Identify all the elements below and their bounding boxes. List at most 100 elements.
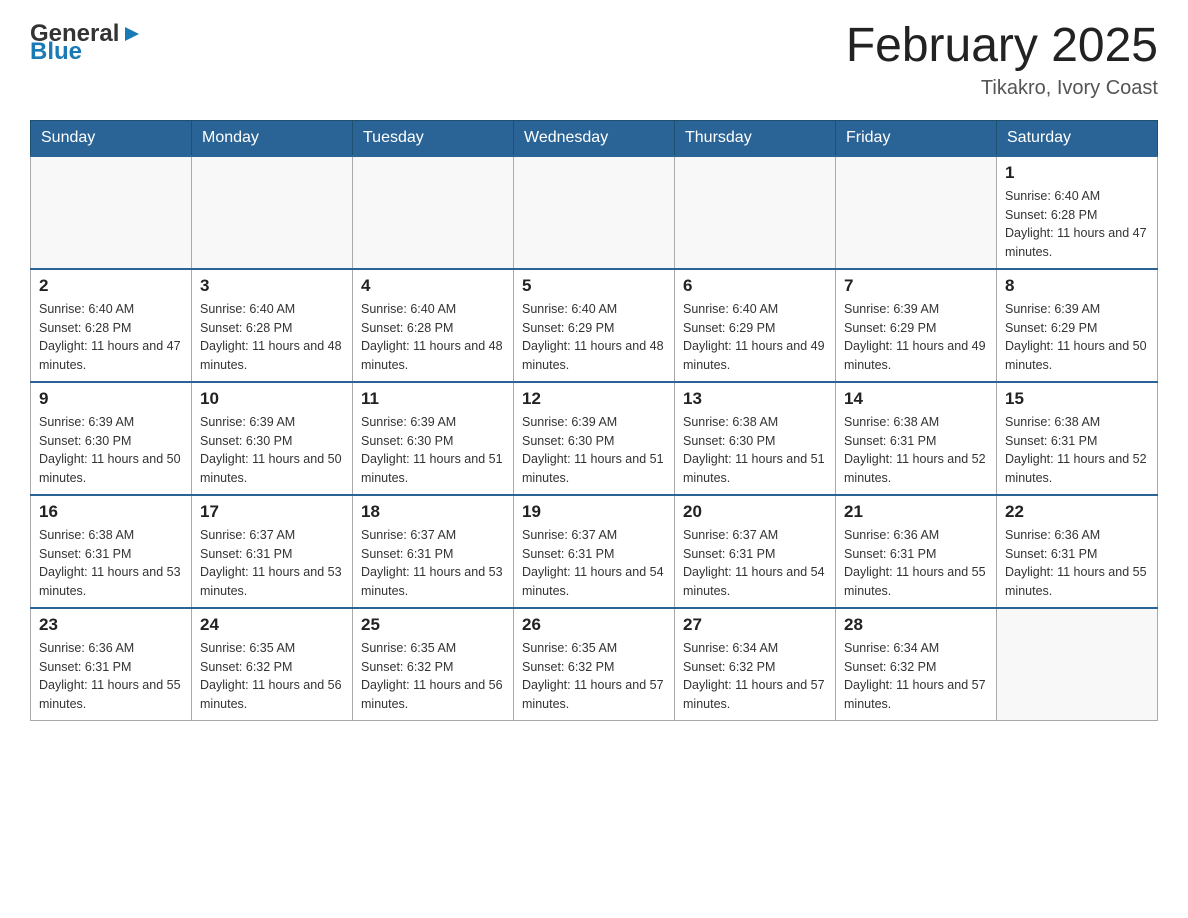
weekday-header-sunday: Sunday (31, 120, 192, 156)
day-info: Sunrise: 6:36 AM Sunset: 6:31 PM Dayligh… (1005, 526, 1149, 601)
calendar-cell: 24 Sunrise: 6:35 AM Sunset: 6:32 PM Dayli… (192, 608, 353, 721)
day-info: Sunrise: 6:36 AM Sunset: 6:31 PM Dayligh… (844, 526, 988, 601)
calendar-week-3: 9 Sunrise: 6:39 AM Sunset: 6:30 PM Daylig… (31, 382, 1158, 495)
location: Tikakro, Ivory Coast (846, 77, 1158, 100)
calendar-cell: 19 Sunrise: 6:37 AM Sunset: 6:31 PM Dayli… (514, 495, 675, 608)
day-number: 14 (844, 389, 988, 409)
calendar-cell (353, 156, 514, 269)
day-number: 26 (522, 615, 666, 635)
weekday-header-tuesday: Tuesday (353, 120, 514, 156)
logo-arrow-icon (121, 23, 143, 45)
calendar-cell: 10Sunrise: 6:39 AM Sunset: 6:30 PM Dayli… (192, 382, 353, 495)
day-number: 15 (1005, 389, 1149, 409)
day-info: Sunrise: 6:40 AM Sunset: 6:28 PM Dayligh… (361, 300, 505, 375)
day-number: 9 (39, 389, 183, 409)
calendar-cell: 3Sunrise: 6:40 AM Sunset: 6:28 PM Daylig… (192, 269, 353, 382)
day-info: Sunrise: 6:39 AM Sunset: 6:30 PM Dayligh… (522, 413, 666, 488)
calendar-cell: 7 Sunrise: 6:39 AM Sunset: 6:29 PM Daylig… (836, 269, 997, 382)
calendar-cell: 17 Sunrise: 6:37 AM Sunset: 6:31 PM Dayli… (192, 495, 353, 608)
day-info: Sunrise: 6:37 AM Sunset: 6:31 PM Dayligh… (361, 526, 505, 601)
day-info: Sunrise: 6:39 AM Sunset: 6:29 PM Dayligh… (844, 300, 988, 375)
day-number: 1 (1005, 163, 1149, 183)
calendar-cell: 28 Sunrise: 6:34 AM Sunset: 6:32 PM Dayli… (836, 608, 997, 721)
day-info: Sunrise: 6:37 AM Sunset: 6:31 PM Dayligh… (200, 526, 344, 601)
calendar-cell: 8Sunrise: 6:39 AM Sunset: 6:29 PM Daylig… (997, 269, 1158, 382)
day-info: Sunrise: 6:37 AM Sunset: 6:31 PM Dayligh… (522, 526, 666, 601)
day-info: Sunrise: 6:35 AM Sunset: 6:32 PM Dayligh… (361, 639, 505, 714)
page-header: General Blue February 2025 Tikakro, Ivor… (30, 20, 1158, 100)
calendar-cell: 2 Sunrise: 6:40 AM Sunset: 6:28 PM Daylig… (31, 269, 192, 382)
day-number: 22 (1005, 502, 1149, 522)
day-number: 2 (39, 276, 183, 296)
day-number: 3 (200, 276, 344, 296)
day-number: 6 (683, 276, 827, 296)
day-number: 7 (844, 276, 988, 296)
calendar-cell: 15 Sunrise: 6:38 AM Sunset: 6:31 PM Dayli… (997, 382, 1158, 495)
calendar-cell: 22 Sunrise: 6:36 AM Sunset: 6:31 PM Dayli… (997, 495, 1158, 608)
calendar-cell (31, 156, 192, 269)
logo-blue: Blue (30, 38, 82, 66)
day-number: 13 (683, 389, 827, 409)
day-number: 12 (522, 389, 666, 409)
calendar-cell: 4 Sunrise: 6:40 AM Sunset: 6:28 PM Daylig… (353, 269, 514, 382)
day-info: Sunrise: 6:40 AM Sunset: 6:28 PM Dayligh… (39, 300, 183, 375)
day-info: Sunrise: 6:38 AM Sunset: 6:31 PM Dayligh… (844, 413, 988, 488)
calendar-cell: 16 Sunrise: 6:38 AM Sunset: 6:31 PM Dayli… (31, 495, 192, 608)
calendar-cell: 21Sunrise: 6:36 AM Sunset: 6:31 PM Dayli… (836, 495, 997, 608)
calendar-cell: 11 Sunrise: 6:39 AM Sunset: 6:30 PM Dayli… (353, 382, 514, 495)
day-number: 27 (683, 615, 827, 635)
day-number: 24 (200, 615, 344, 635)
calendar-week-1: 1 Sunrise: 6:40 AM Sunset: 6:28 PM Daylig… (31, 156, 1158, 269)
day-number: 11 (361, 389, 505, 409)
day-info: Sunrise: 6:39 AM Sunset: 6:30 PM Dayligh… (39, 413, 183, 488)
calendar-week-4: 16 Sunrise: 6:38 AM Sunset: 6:31 PM Dayli… (31, 495, 1158, 608)
day-info: Sunrise: 6:38 AM Sunset: 6:31 PM Dayligh… (39, 526, 183, 601)
logo: General Blue (30, 20, 143, 66)
day-info: Sunrise: 6:39 AM Sunset: 6:30 PM Dayligh… (361, 413, 505, 488)
day-info: Sunrise: 6:39 AM Sunset: 6:30 PM Dayligh… (200, 413, 344, 488)
calendar-cell: 27 Sunrise: 6:34 AM Sunset: 6:32 PM Dayli… (675, 608, 836, 721)
day-number: 23 (39, 615, 183, 635)
day-info: Sunrise: 6:35 AM Sunset: 6:32 PM Dayligh… (522, 639, 666, 714)
calendar-cell: 5Sunrise: 6:40 AM Sunset: 6:29 PM Daylig… (514, 269, 675, 382)
calendar-cell: 9 Sunrise: 6:39 AM Sunset: 6:30 PM Daylig… (31, 382, 192, 495)
calendar-cell: 26 Sunrise: 6:35 AM Sunset: 6:32 PM Dayli… (514, 608, 675, 721)
calendar-cell (192, 156, 353, 269)
calendar-cell (514, 156, 675, 269)
day-info: Sunrise: 6:40 AM Sunset: 6:29 PM Dayligh… (522, 300, 666, 375)
month-title: February 2025 (846, 20, 1158, 73)
calendar-cell: 20 Sunrise: 6:37 AM Sunset: 6:31 PM Dayli… (675, 495, 836, 608)
calendar-week-5: 23 Sunrise: 6:36 AM Sunset: 6:31 PM Dayli… (31, 608, 1158, 721)
day-info: Sunrise: 6:39 AM Sunset: 6:29 PM Dayligh… (1005, 300, 1149, 375)
day-info: Sunrise: 6:36 AM Sunset: 6:31 PM Dayligh… (39, 639, 183, 714)
title-area: February 2025 Tikakro, Ivory Coast (846, 20, 1158, 100)
calendar-cell: 13 Sunrise: 6:38 AM Sunset: 6:30 PM Dayli… (675, 382, 836, 495)
day-number: 16 (39, 502, 183, 522)
calendar-cell (836, 156, 997, 269)
weekday-header-friday: Friday (836, 120, 997, 156)
calendar-cell: 23 Sunrise: 6:36 AM Sunset: 6:31 PM Dayli… (31, 608, 192, 721)
calendar-cell: 18Sunrise: 6:37 AM Sunset: 6:31 PM Dayli… (353, 495, 514, 608)
day-number: 20 (683, 502, 827, 522)
day-info: Sunrise: 6:40 AM Sunset: 6:29 PM Dayligh… (683, 300, 827, 375)
calendar-cell: 14 Sunrise: 6:38 AM Sunset: 6:31 PM Dayli… (836, 382, 997, 495)
day-number: 17 (200, 502, 344, 522)
calendar-cell (675, 156, 836, 269)
day-number: 19 (522, 502, 666, 522)
day-info: Sunrise: 6:38 AM Sunset: 6:30 PM Dayligh… (683, 413, 827, 488)
day-info: Sunrise: 6:35 AM Sunset: 6:32 PM Dayligh… (200, 639, 344, 714)
weekday-header-thursday: Thursday (675, 120, 836, 156)
day-number: 25 (361, 615, 505, 635)
calendar-cell (997, 608, 1158, 721)
day-info: Sunrise: 6:38 AM Sunset: 6:31 PM Dayligh… (1005, 413, 1149, 488)
day-number: 4 (361, 276, 505, 296)
day-info: Sunrise: 6:34 AM Sunset: 6:32 PM Dayligh… (683, 639, 827, 714)
day-number: 28 (844, 615, 988, 635)
day-info: Sunrise: 6:40 AM Sunset: 6:28 PM Dayligh… (1005, 187, 1149, 262)
calendar-cell: 1 Sunrise: 6:40 AM Sunset: 6:28 PM Daylig… (997, 156, 1158, 269)
calendar-week-2: 2 Sunrise: 6:40 AM Sunset: 6:28 PM Daylig… (31, 269, 1158, 382)
weekday-header-row: SundayMondayTuesdayWednesdayThursdayFrid… (31, 120, 1158, 156)
day-info: Sunrise: 6:37 AM Sunset: 6:31 PM Dayligh… (683, 526, 827, 601)
day-info: Sunrise: 6:34 AM Sunset: 6:32 PM Dayligh… (844, 639, 988, 714)
calendar-cell: 6 Sunrise: 6:40 AM Sunset: 6:29 PM Daylig… (675, 269, 836, 382)
